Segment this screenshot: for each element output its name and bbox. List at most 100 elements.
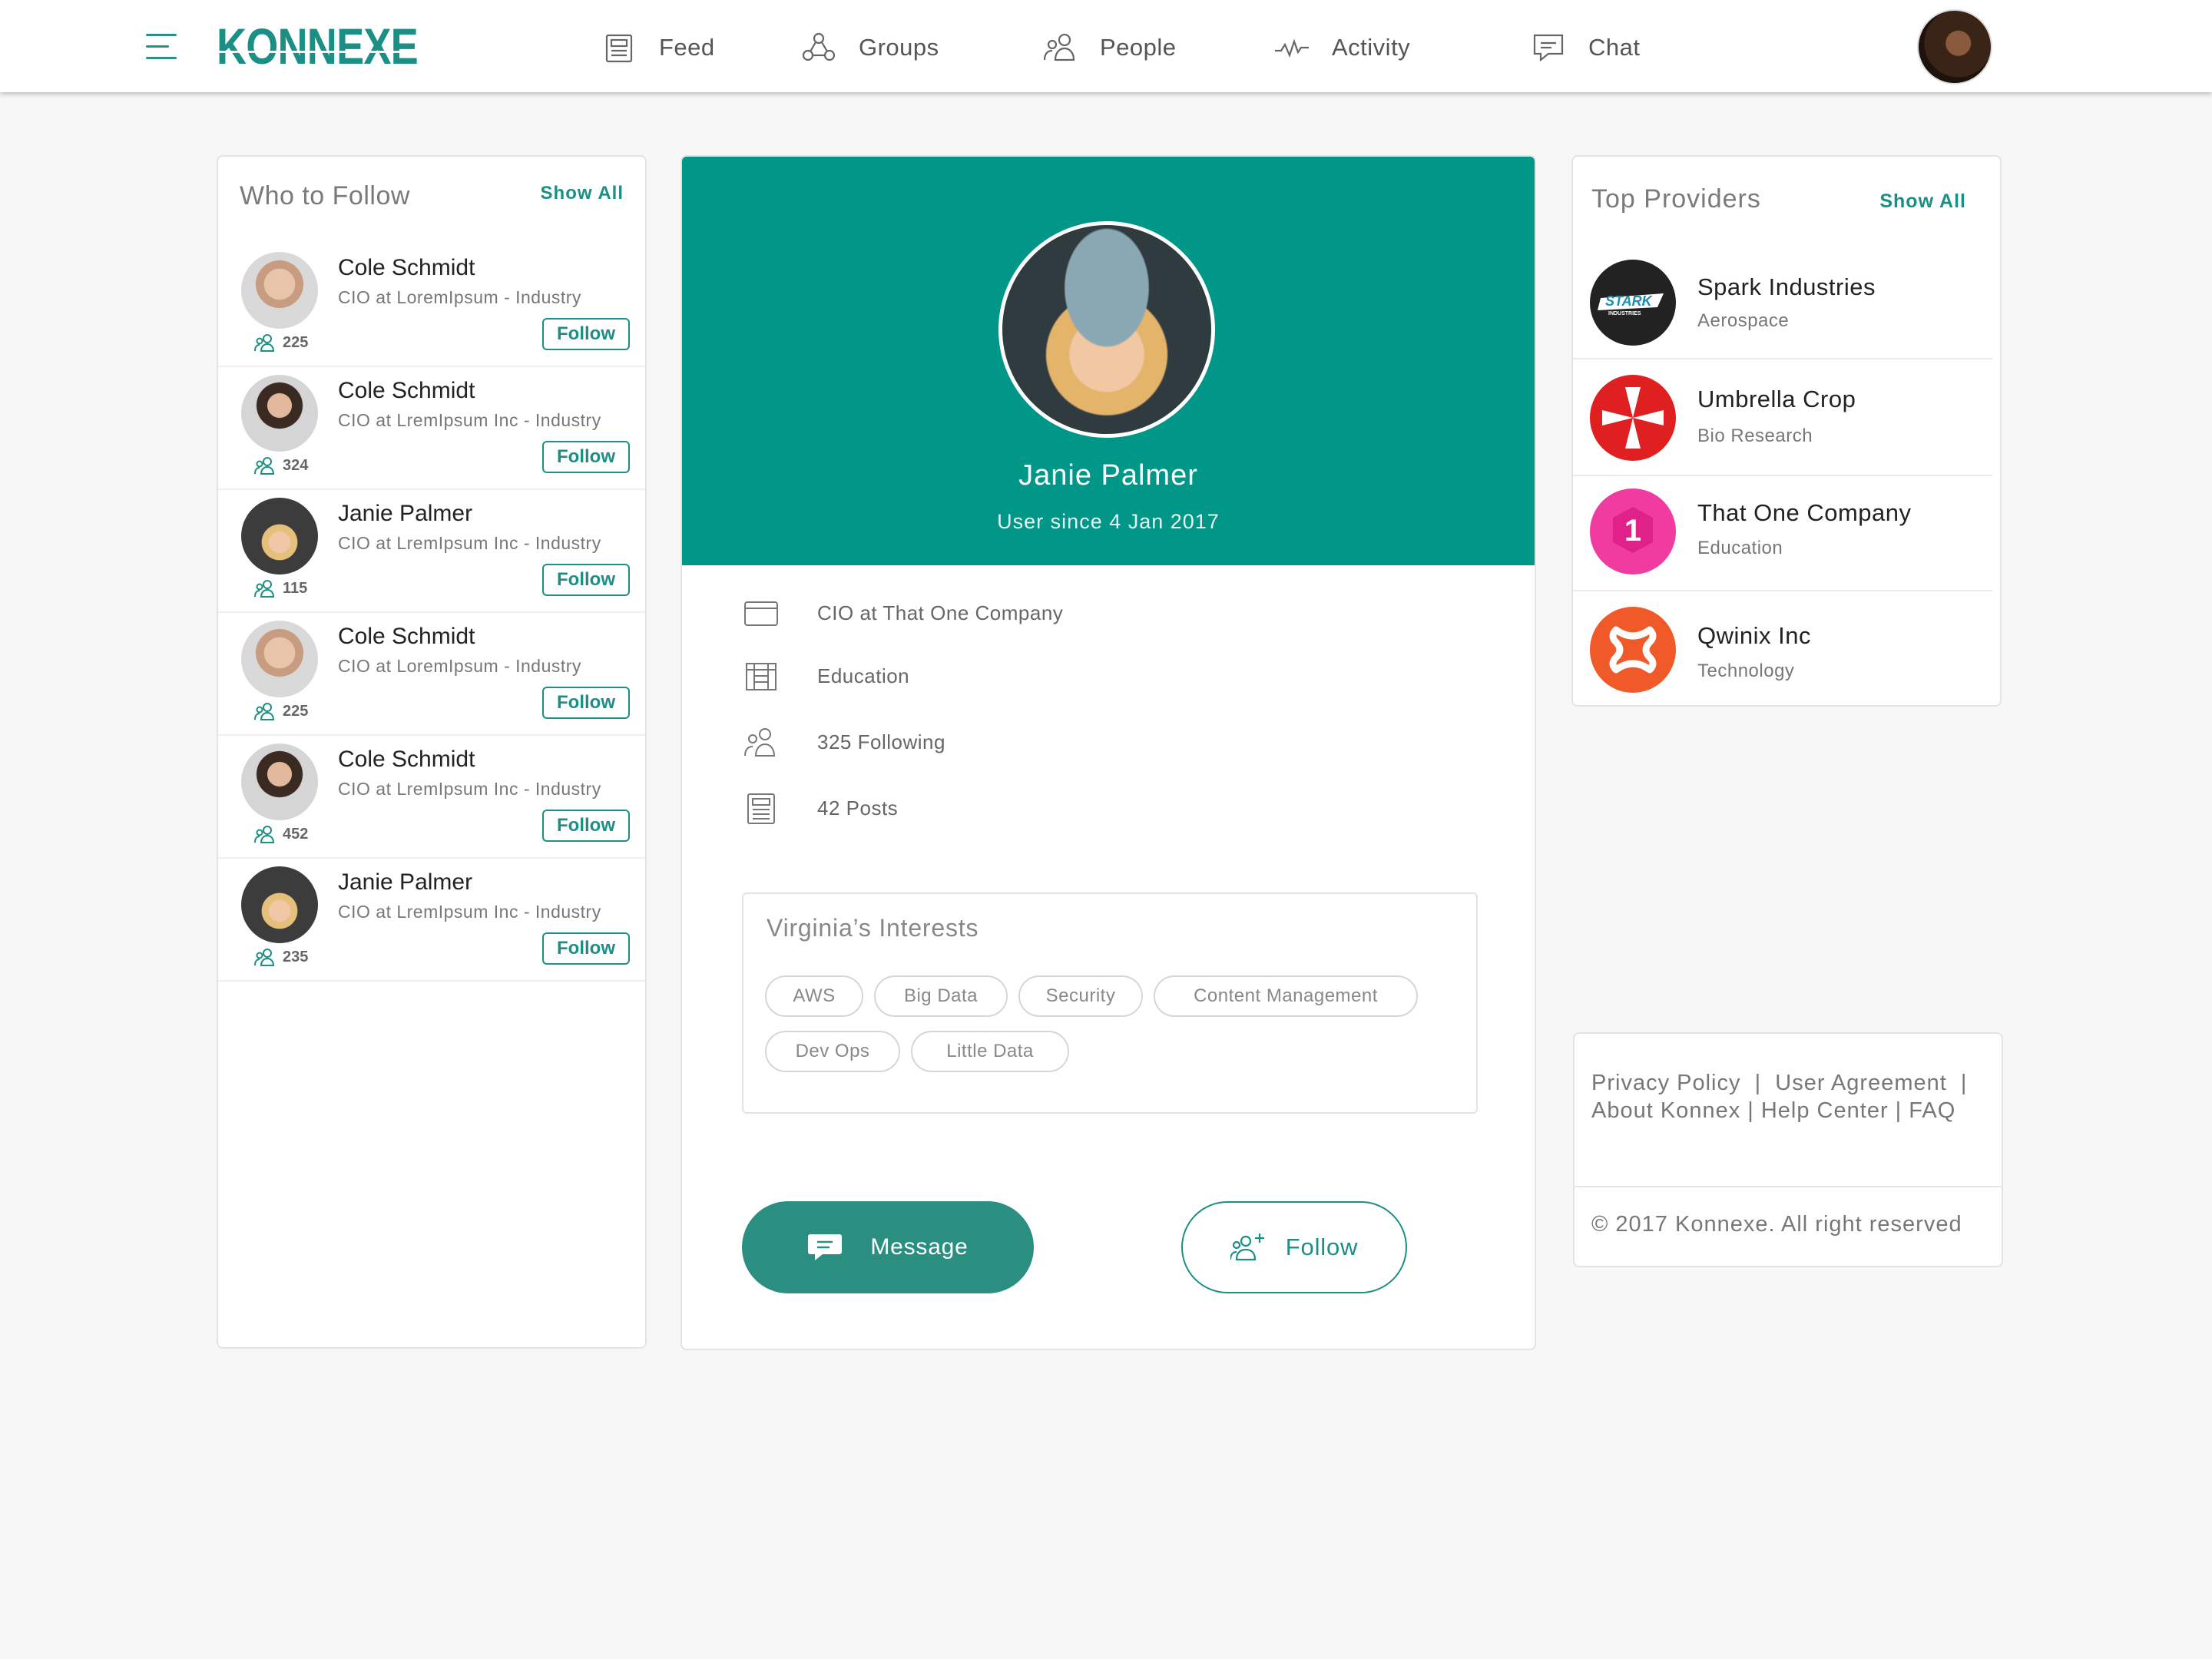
provider-name[interactable]: Spark Industries xyxy=(1697,273,1876,301)
people-icon xyxy=(254,334,275,352)
stark-logo-icon: STARK INDUSTRIES xyxy=(1590,260,1676,346)
profile-since: User since 4 Jan 2017 xyxy=(997,510,1220,533)
stark-logo-graphic: STARK INDUSTRIES xyxy=(1598,293,1664,316)
list-item[interactable]: Cole Schmidt CIO at LoremIpsum - Industr… xyxy=(218,244,645,367)
people-icon xyxy=(254,457,275,475)
follower-count: 225 xyxy=(253,333,308,352)
profile-job: CIO at That One Company xyxy=(817,601,1064,624)
interest-tag[interactable]: Content Management xyxy=(1154,975,1418,1017)
menu-icon[interactable] xyxy=(146,34,177,60)
person-name[interactable]: Janie Palmer xyxy=(338,501,472,527)
copyright: © 2017 Konnexe. All right reserved xyxy=(1591,1212,1962,1237)
provider-item[interactable]: 1 That One Company Education xyxy=(1573,476,1992,591)
people-icon xyxy=(744,728,776,757)
interest-tag[interactable]: AWS xyxy=(765,975,863,1017)
avatar[interactable] xyxy=(241,866,318,943)
nav-chat[interactable]: Chat xyxy=(1530,28,1640,68)
person-name[interactable]: Cole Schmidt xyxy=(338,624,475,650)
person-title: CIO at LremIpsum Inc - Industry xyxy=(338,902,601,922)
follow-button[interactable]: Follow xyxy=(542,564,630,596)
profile-name: Janie Palmer xyxy=(1018,459,1198,492)
person-title: CIO at LremIpsum Inc - Industry xyxy=(338,779,601,799)
qwinix-logo-graphic xyxy=(1609,626,1657,674)
privacy-policy-link[interactable]: Privacy Policy xyxy=(1591,1071,1741,1095)
people-icon xyxy=(254,949,275,966)
briefcase-icon xyxy=(744,601,778,626)
profile-header: Janie Palmer User since 4 Jan 2017 xyxy=(682,157,1535,565)
provider-item[interactable]: Umbrella Crop Bio Research xyxy=(1573,361,1992,476)
profile-industry: Education xyxy=(817,664,910,687)
help-center-link[interactable]: Help Center xyxy=(1761,1098,1889,1123)
user-avatar[interactable] xyxy=(1917,9,1992,84)
chat-bubble-icon xyxy=(808,1234,843,1260)
interests-box: Virginia’s Interests AWS Big Data Securi… xyxy=(742,892,1478,1114)
profile-info-industry: Education xyxy=(742,659,909,693)
nav-chat-label: Chat xyxy=(1588,34,1641,61)
person-name[interactable]: Cole Schmidt xyxy=(338,255,475,281)
follower-count: 324 xyxy=(253,456,308,475)
provider-item[interactable]: STARK INDUSTRIES Spark Industries Aerosp… xyxy=(1573,244,1992,359)
follow-button[interactable]: Follow xyxy=(542,810,630,842)
interest-tag[interactable]: Security xyxy=(1018,975,1143,1017)
list-item[interactable]: Janie Palmer CIO at LremIpsum Inc - Indu… xyxy=(218,859,645,982)
interests-title: Virginia’s Interests xyxy=(767,914,979,942)
person-title: CIO at LremIpsum Inc - Industry xyxy=(338,533,601,553)
who-to-follow-panel: Who to Follow Show All Cole Schmidt CIO … xyxy=(217,155,647,1349)
avatar[interactable] xyxy=(241,743,318,820)
footer-panel: Privacy Policy | User Agreement | About … xyxy=(1573,1032,2003,1267)
follow-profile-button-label: Follow xyxy=(1285,1233,1359,1260)
provider-item[interactable]: Qwinix Inc Technology xyxy=(1573,591,2000,707)
person-title: CIO at LoremIpsum - Industry xyxy=(338,656,581,676)
top-providers-show-all[interactable]: Show All xyxy=(1879,190,1966,213)
message-button[interactable]: Message xyxy=(742,1201,1034,1293)
person-name[interactable]: Cole Schmidt xyxy=(338,378,475,404)
nav-activity-label: Activity xyxy=(1332,34,1411,61)
interest-tag[interactable]: Dev Ops xyxy=(765,1031,900,1072)
follow-button[interactable]: Follow xyxy=(542,932,630,965)
umbrella-logo-icon xyxy=(1590,375,1676,461)
avatar[interactable] xyxy=(241,375,318,452)
follower-count: 225 xyxy=(253,702,308,720)
provider-name[interactable]: Qwinix Inc xyxy=(1697,622,1811,650)
avatar[interactable] xyxy=(241,621,318,697)
provider-name[interactable]: Umbrella Crop xyxy=(1697,386,1856,413)
brand-logo[interactable]: KONNEXE xyxy=(217,17,419,75)
provider-name[interactable]: That One Company xyxy=(1697,499,1912,527)
list-item[interactable]: Janie Palmer CIO at LremIpsum Inc - Indu… xyxy=(218,490,645,613)
profile-info-posts[interactable]: 42 Posts xyxy=(742,791,898,825)
avatar[interactable] xyxy=(241,252,318,329)
interest-tag[interactable]: Little Data xyxy=(911,1031,1069,1072)
follower-count: 115 xyxy=(253,579,307,598)
who-to-follow-show-all[interactable]: Show All xyxy=(541,183,624,204)
list-item[interactable]: Cole Schmidt CIO at LremIpsum Inc - Indu… xyxy=(218,367,645,490)
user-agreement-link[interactable]: User Agreement xyxy=(1775,1071,1947,1095)
divider xyxy=(1575,1186,2002,1187)
follow-profile-button[interactable]: Follow xyxy=(1181,1201,1407,1293)
activity-icon xyxy=(1275,38,1309,58)
footer-links: Privacy Policy | User Agreement | About … xyxy=(1591,1071,1968,1123)
profile-info-following[interactable]: 325 Following xyxy=(742,725,945,759)
profile-following: 325 Following xyxy=(817,730,945,753)
interest-tag[interactable]: Big Data xyxy=(874,975,1008,1017)
nav-feed-label: Feed xyxy=(659,34,715,61)
list-item[interactable]: Cole Schmidt CIO at LremIpsum Inc - Indu… xyxy=(218,736,645,859)
about-link[interactable]: About Konnex xyxy=(1591,1098,1740,1123)
avatar[interactable] xyxy=(241,498,318,575)
person-name[interactable]: Cole Schmidt xyxy=(338,747,475,773)
follow-button[interactable]: Follow xyxy=(542,318,630,350)
nav-groups[interactable]: Groups xyxy=(800,28,939,68)
people-icon xyxy=(1043,33,1075,61)
person-name[interactable]: Janie Palmer xyxy=(338,869,472,896)
nav-activity[interactable]: Activity xyxy=(1273,28,1410,68)
list-item[interactable]: Cole Schmidt CIO at LoremIpsum - Industr… xyxy=(218,613,645,736)
groups-icon xyxy=(802,32,836,61)
follower-count-value: 115 xyxy=(283,579,308,597)
follow-button[interactable]: Follow xyxy=(542,687,630,719)
svg-text:STARK: STARK xyxy=(1605,293,1654,309)
nav-people[interactable]: People xyxy=(1041,28,1177,68)
provider-category: Bio Research xyxy=(1697,426,1813,446)
faq-link[interactable]: FAQ xyxy=(1909,1098,1955,1123)
profile-card: Janie Palmer User since 4 Jan 2017 CIO a… xyxy=(680,155,1536,1350)
follow-button[interactable]: Follow xyxy=(542,441,630,473)
nav-feed[interactable]: Feed xyxy=(601,28,715,68)
